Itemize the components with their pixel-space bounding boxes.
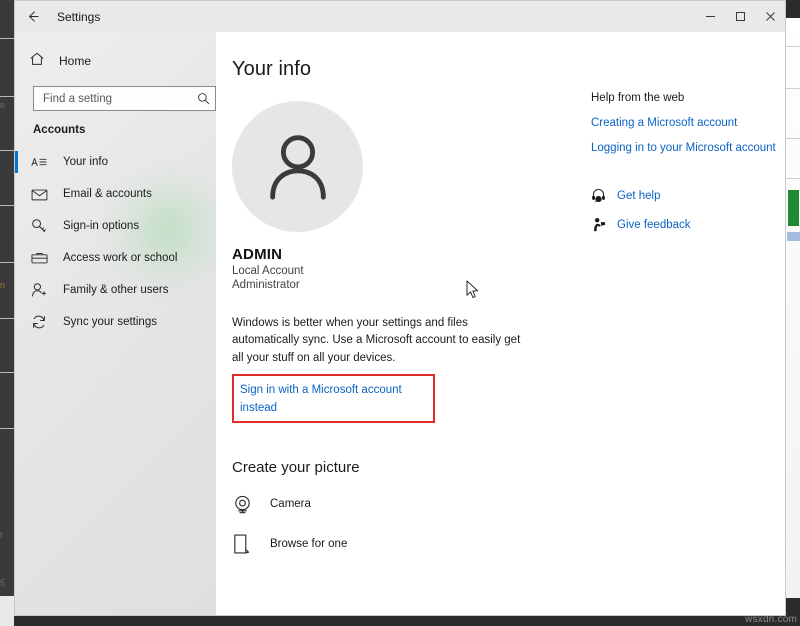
sidebar-search — [33, 86, 204, 111]
account-type: Local Account — [232, 265, 602, 277]
page-title: Your info — [232, 58, 602, 81]
avatar — [232, 101, 363, 232]
create-picture-title: Create your picture — [232, 459, 602, 476]
window-titlebar: Settings — [15, 1, 785, 32]
help-actions: Get help Give feedb — [591, 188, 777, 232]
sidebar-label-your-info: Your info — [63, 156, 108, 168]
signin-link-highlight: Sign in with a Microsoft account instead — [232, 374, 435, 423]
sidebar-item-sign-in-options[interactable]: Sign-in options — [15, 210, 216, 242]
your-info-icon — [29, 155, 49, 169]
desktop-background: e n t 5 wsxdn.com Settings — [0, 0, 800, 626]
briefcase-icon — [29, 251, 49, 265]
help-link-logging-in[interactable]: Logging in to your Microsoft account — [591, 142, 777, 154]
back-arrow-icon[interactable] — [15, 1, 49, 32]
give-feedback-action[interactable]: Give feedback — [591, 217, 777, 232]
sidebar-item-sync-your-settings[interactable]: Sync your settings — [15, 306, 216, 338]
settings-window: Settings — [14, 0, 786, 616]
help-panel: Help from the web Creating a Microsoft a… — [591, 92, 777, 232]
signin-with-microsoft-account-link[interactable]: Sign in with a Microsoft account instead — [240, 384, 402, 414]
background-blue-accent — [787, 232, 800, 241]
sync-description: Windows is better when your settings and… — [232, 315, 532, 367]
background-left-document: e n t 5 — [0, 596, 14, 626]
help-panel-title: Help from the web — [591, 92, 777, 104]
give-feedback-label: Give feedback — [617, 219, 691, 231]
picture-option-browse-label: Browse for one — [270, 538, 347, 550]
search-box[interactable] — [33, 86, 216, 111]
mail-icon — [29, 188, 49, 201]
close-button[interactable] — [755, 1, 785, 32]
background-green-accent — [788, 190, 799, 226]
your-info-content: Your info ADMIN Local Account Administra… — [232, 58, 602, 555]
sidebar-nav-list: Your info Email & accounts — [15, 146, 216, 338]
person-add-icon — [29, 282, 49, 298]
window-body: Home Accounts — [15, 32, 785, 615]
get-help-action[interactable]: Get help — [591, 188, 777, 203]
search-input[interactable] — [43, 93, 197, 105]
sidebar-label-email-accounts: Email & accounts — [63, 188, 152, 200]
key-icon — [29, 218, 49, 234]
background-right-document — [786, 18, 800, 598]
person-avatar-icon — [259, 125, 337, 208]
get-help-icon — [591, 188, 617, 203]
sidebar-item-home[interactable]: Home — [15, 46, 216, 76]
window-controls — [695, 1, 785, 32]
home-icon — [29, 51, 45, 72]
maximize-button[interactable] — [725, 1, 755, 32]
give-feedback-icon — [591, 217, 617, 232]
picture-option-camera[interactable]: Camera — [232, 494, 602, 515]
window-title: Settings — [57, 10, 100, 24]
sidebar-item-family-other-users[interactable]: Family & other users — [15, 274, 216, 306]
account-name: ADMIN — [232, 246, 602, 263]
picture-option-camera-label: Camera — [270, 498, 311, 510]
search-icon[interactable] — [197, 92, 210, 105]
sidebar-label-sign-in-options: Sign-in options — [63, 220, 139, 232]
sidebar-section-header: Accounts — [33, 124, 216, 136]
sync-icon — [29, 314, 49, 330]
account-role: Administrator — [232, 279, 602, 291]
sidebar-home-label: Home — [59, 54, 91, 68]
sidebar-label-family-other-users: Family & other users — [63, 284, 168, 296]
sidebar-item-email-accounts[interactable]: Email & accounts — [15, 178, 216, 210]
sidebar-item-your-info[interactable]: Your info — [15, 146, 216, 178]
minimize-button[interactable] — [695, 1, 725, 32]
browse-file-icon — [232, 533, 266, 555]
sidebar-label-sync-your-settings: Sync your settings — [63, 316, 157, 328]
sidebar-label-access-work-school: Access work or school — [63, 252, 177, 264]
picture-option-browse[interactable]: Browse for one — [232, 533, 602, 555]
main-content: Your info ADMIN Local Account Administra… — [216, 32, 785, 615]
camera-icon — [232, 494, 266, 515]
sidebar-item-access-work-school[interactable]: Access work or school — [15, 242, 216, 274]
settings-sidebar: Home Accounts — [15, 32, 216, 615]
help-link-creating-account[interactable]: Creating a Microsoft account — [591, 117, 777, 129]
get-help-label: Get help — [617, 190, 660, 202]
